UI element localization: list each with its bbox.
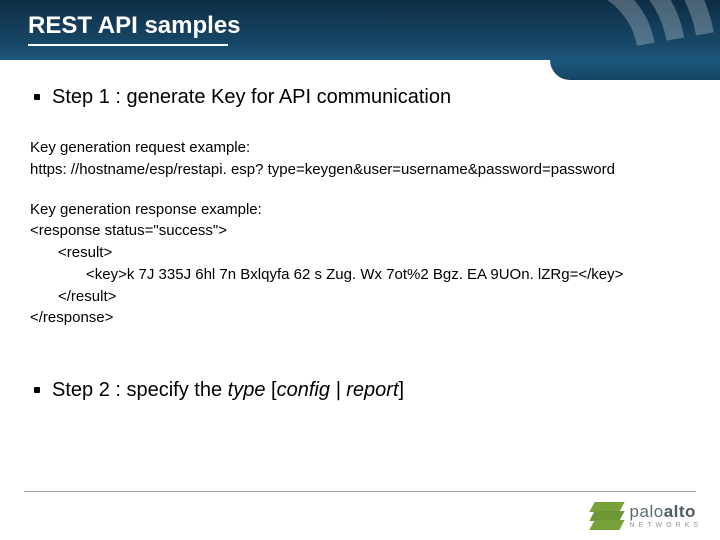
bullet-step-2: Step 2 : specify the type [config | repo… [30,377,690,404]
logo-word-networks: NETWORKS [630,522,702,529]
step-2-mid: [ [265,379,276,401]
response-example: Key generation response example: <respon… [30,199,690,330]
bullet-dot-icon [34,387,40,393]
response-line-4: </result> [30,286,690,308]
response-line-1: <response status="success"> [30,222,227,239]
title-underline [28,44,228,46]
slide-body: Step 1 : generate Key for API communicat… [0,60,720,404]
paloalto-logo-icon [590,502,624,530]
step-2-type-word: type [228,379,266,401]
step-1-text: Step 1 : generate Key for API communicat… [52,84,451,111]
request-url: https: //hostname/esp/restapi. esp? type… [30,161,615,178]
step-2-options: config | report [277,379,399,401]
response-line-5: </response> [30,309,113,326]
logo-word-alto: alto [664,502,696,521]
footer-divider [24,491,696,492]
paloalto-logo: paloalto NETWORKS [590,502,702,530]
paloalto-logo-text: paloalto NETWORKS [630,503,702,529]
step-2-prefix: Step 2 : specify the [52,379,228,401]
logo-word-palo: palo [630,502,664,521]
step-2-text: Step 2 : specify the type [config | repo… [52,377,404,404]
step-2-suffix: ] [399,379,405,401]
slide-header: REST API samples [0,0,720,60]
response-label: Key generation response example: [30,201,262,218]
bullet-step-1: Step 1 : generate Key for API communicat… [30,84,690,111]
request-label: Key generation request example: [30,139,250,156]
header-tab-decoration [550,60,720,80]
bullet-dot-icon [34,94,40,100]
slide-title: REST API samples [28,12,241,40]
request-example: Key generation request example: https: /… [30,137,690,181]
response-line-2: <result> [30,242,690,264]
response-line-3: <key>k 7J 335J 6hl 7n Bxlqyfa 62 s Zug. … [30,264,690,286]
